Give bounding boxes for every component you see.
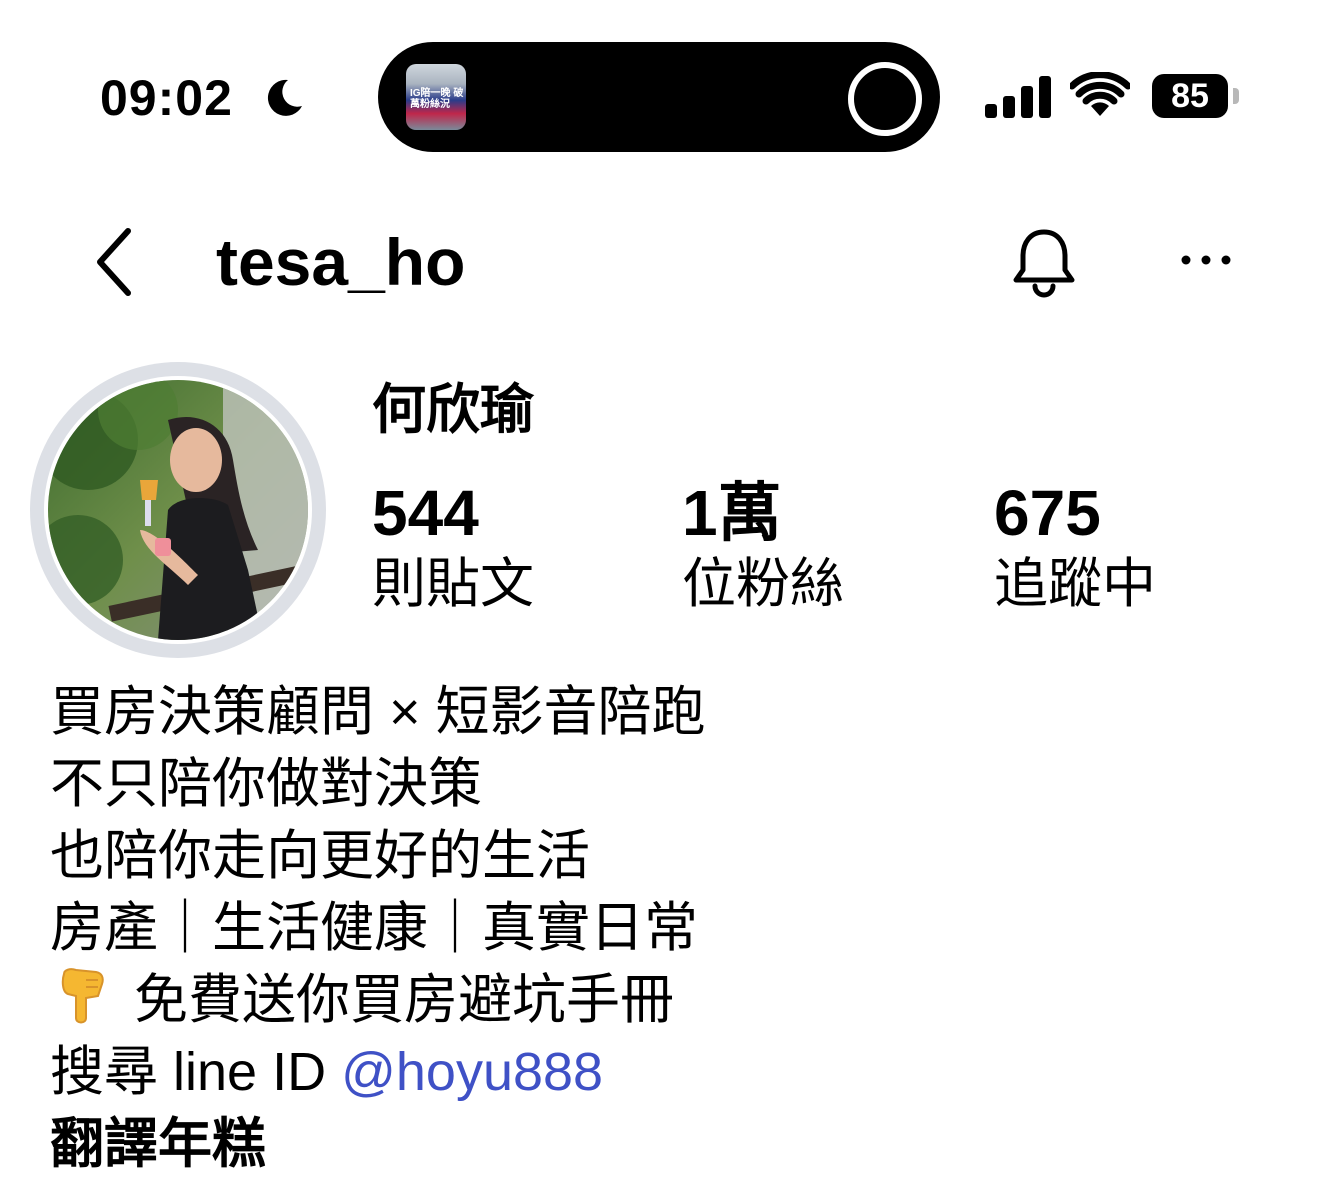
wifi-icon [1070, 72, 1130, 116]
battery-tip [1233, 88, 1239, 104]
bio: 買房決策顧問 × 短影音陪跑 不只陪你做對決策 也陪你走向更好的生活 房產｜生活… [50, 676, 1270, 1180]
following-stat[interactable]: 675 追蹤中 [994, 478, 1156, 616]
following-label: 追蹤中 [994, 554, 1156, 614]
line-id-link[interactable]: @hoyu888 [341, 1042, 603, 1102]
bio-line: 房產｜生活健康｜真實日常 [50, 898, 698, 958]
moon-icon [267, 79, 302, 116]
followers-label: 位粉絲 [682, 554, 844, 614]
status-time: 09:02 [100, 70, 233, 126]
posts-label: 則貼文 [372, 554, 534, 614]
bio-line: 搜尋 line ID @hoyu888 [50, 1036, 1270, 1108]
translate-link[interactable]: 翻譯年糕 [50, 1108, 1270, 1180]
bell-icon[interactable] [1010, 226, 1078, 298]
bio-line: 也陪你走向更好的生活 [50, 826, 590, 886]
bio-line: 免費送你買房避坑手冊 [50, 964, 1270, 1036]
followers-count: 1萬 [682, 477, 782, 549]
cellular-signal-icon [985, 76, 1051, 118]
more-options-icon[interactable] [1178, 248, 1234, 272]
battery-icon: 85 [1152, 74, 1228, 118]
thumbnail-text: IG陪一晚 破萬粉絲況 [410, 88, 464, 110]
avatar-photo [48, 380, 308, 640]
posts-count: 544 [372, 477, 479, 549]
back-chevron-icon[interactable] [90, 225, 140, 299]
pointing-down-emoji-icon [61, 968, 104, 1024]
followers-stat[interactable]: 1萬 位粉絲 [682, 478, 844, 616]
avatar[interactable] [48, 380, 308, 640]
posts-stat[interactable]: 544 則貼文 [372, 478, 534, 616]
dynamic-island[interactable]: IG陪一晚 破萬粉絲況 [378, 42, 940, 152]
bio-line: 不只陪你做對決策 [50, 754, 482, 814]
display-name: 何欣瑜 [372, 380, 534, 440]
bio-line-text: 搜尋 line ID [50, 1042, 342, 1102]
profile-username: tesa_ho [216, 225, 466, 299]
bio-line-text: 免費送你買房避坑手冊 [134, 970, 674, 1030]
following-count: 675 [994, 477, 1101, 549]
live-activity-thumbnail[interactable]: IG陪一晚 破萬粉絲況 [406, 64, 466, 130]
avatar-ring[interactable] [30, 362, 326, 658]
bio-line: 買房決策顧問 × 短影音陪跑 [50, 682, 706, 742]
recording-ring-icon [848, 62, 922, 136]
